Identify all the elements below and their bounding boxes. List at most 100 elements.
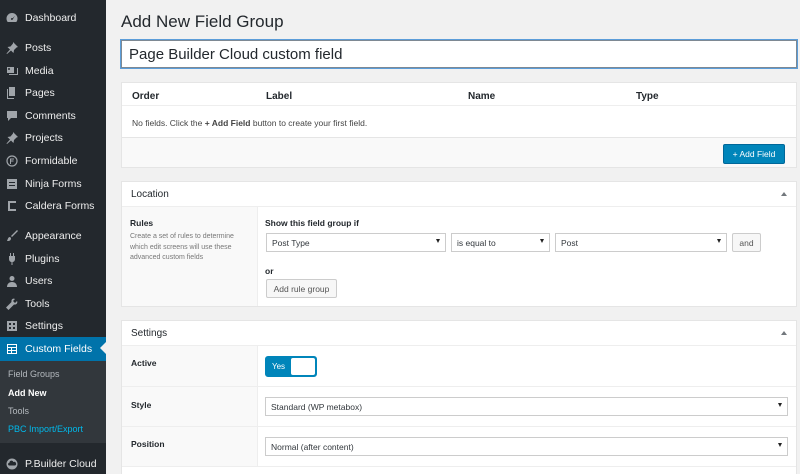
- chevron-down-icon: [778, 443, 782, 447]
- sidebar-item-pbuilder-cloud[interactable]: P.Builder Cloud: [0, 453, 106, 474]
- ninja-forms-icon: [6, 178, 18, 190]
- sidebar-item-pages[interactable]: Pages: [0, 82, 106, 104]
- chevron-down-icon: [436, 239, 440, 243]
- setting-row-position: Position Normal (after content): [122, 427, 796, 467]
- or-label: or: [265, 266, 274, 276]
- active-label: Active: [131, 358, 157, 368]
- rule-value-select[interactable]: Post: [555, 233, 727, 252]
- chevron-down-icon: [540, 239, 544, 243]
- style-select[interactable]: Standard (WP metabox): [265, 397, 788, 416]
- admin-sidebar: Dashboard Posts Media Pages Comments Pro…: [0, 0, 106, 474]
- brush-icon: [6, 230, 18, 242]
- chevron-down-icon: [778, 403, 782, 407]
- sidebar-item-label: Plugins: [25, 253, 60, 265]
- chevron-down-icon: [717, 239, 721, 243]
- rules-label-column: Rules Create a set of rules to determine…: [122, 207, 258, 306]
- active-toggle[interactable]: Yes: [265, 356, 317, 377]
- users-icon: [6, 275, 18, 287]
- formidable-icon: [6, 155, 18, 167]
- plugin-icon: [6, 253, 18, 265]
- position-select[interactable]: Normal (after content): [265, 437, 788, 456]
- rules-description: Create a set of rules to determine which…: [130, 233, 234, 261]
- sidebar-item-label: Settings: [25, 320, 63, 332]
- fields-footer: + Add Field: [122, 137, 796, 167]
- caldera-icon: [6, 200, 18, 212]
- page-title: Add New Field Group: [121, 12, 284, 31]
- sidebar-item-comments[interactable]: Comments: [0, 105, 106, 127]
- position-label: Position: [131, 439, 165, 449]
- location-header[interactable]: Location: [122, 182, 796, 207]
- sidebar-item-appearance[interactable]: Appearance: [0, 225, 106, 247]
- sidebar-item-label: Media: [25, 65, 54, 77]
- column-header-name: Name: [468, 91, 496, 102]
- collapse-arrow-icon[interactable]: [781, 331, 787, 335]
- settings-postbox: Settings Active Yes Style Standard (WP m…: [121, 320, 797, 474]
- cloud-icon: [6, 458, 18, 470]
- pages-icon: [6, 87, 18, 99]
- and-button[interactable]: and: [732, 233, 761, 252]
- custom-fields-submenu: Field Groups Add New Tools PBC Import/Ex…: [0, 361, 106, 443]
- sidebar-item-label: Projects: [25, 132, 63, 144]
- pin-icon: [6, 132, 18, 144]
- rule-operator-select[interactable]: is equal to: [451, 233, 550, 252]
- no-fields-message: No fields. Click the + Add Field button …: [132, 118, 368, 128]
- location-postbox: Location Rules Create a set of rules to …: [121, 181, 797, 307]
- column-header-type: Type: [636, 91, 659, 102]
- fields-table: Order Label Name Type No fields. Click t…: [121, 82, 797, 168]
- sidebar-item-label: Comments: [25, 110, 76, 122]
- sidebar-item-users[interactable]: Users: [0, 270, 106, 292]
- settings-icon: [6, 320, 18, 332]
- active-menu-arrow: [100, 342, 106, 354]
- active-toggle-text: Yes: [272, 362, 286, 371]
- sidebar-item-caldera-forms[interactable]: Caldera Forms: [0, 195, 106, 217]
- sidebar-item-label: Tools: [25, 298, 50, 310]
- column-header-label: Label: [266, 91, 293, 102]
- dashboard-icon: [6, 12, 18, 24]
- custom-fields-icon: [6, 343, 18, 355]
- pin-icon: [6, 42, 18, 54]
- sidebar-item-projects[interactable]: Projects: [0, 127, 106, 149]
- submenu-pbc-import-export[interactable]: PBC Import/Export: [8, 424, 83, 434]
- rule-param-select[interactable]: Post Type: [266, 233, 446, 252]
- sidebar-item-label: Caldera Forms: [25, 200, 95, 212]
- location-title: Location: [131, 189, 169, 200]
- comments-icon: [6, 110, 18, 122]
- collapse-arrow-icon[interactable]: [781, 192, 787, 196]
- style-label: Style: [131, 400, 152, 410]
- submenu-field-groups[interactable]: Field Groups: [8, 369, 60, 379]
- submenu-add-new[interactable]: Add New: [8, 388, 47, 398]
- media-icon: [6, 65, 18, 77]
- sidebar-item-label: Users: [25, 275, 53, 287]
- settings-header[interactable]: Settings: [122, 321, 796, 346]
- sidebar-item-posts[interactable]: Posts: [0, 37, 106, 59]
- setting-row-style: Style Standard (WP metabox): [122, 387, 796, 427]
- submenu-tools[interactable]: Tools: [8, 406, 29, 416]
- sidebar-item-formidable[interactable]: Formidable: [0, 150, 106, 172]
- sidebar-item-media[interactable]: Media: [0, 60, 106, 82]
- sidebar-item-label: Pages: [25, 87, 55, 99]
- sidebar-item-label: Formidable: [25, 155, 78, 167]
- rules-label: Rules: [130, 218, 154, 228]
- wrench-icon: [6, 298, 18, 310]
- sidebar-item-label: Appearance: [25, 230, 82, 242]
- sidebar-item-custom-fields[interactable]: Custom Fields: [0, 337, 106, 361]
- add-rule-group-button[interactable]: Add rule group: [266, 279, 337, 298]
- show-if-label: Show this field group if: [265, 218, 359, 228]
- sidebar-item-label: Ninja Forms: [25, 178, 82, 190]
- add-field-button[interactable]: + Add Field: [723, 144, 785, 164]
- sidebar-item-label: P.Builder Cloud: [25, 458, 97, 470]
- sidebar-item-dashboard[interactable]: Dashboard: [0, 7, 106, 29]
- sidebar-item-settings[interactable]: Settings: [0, 315, 106, 337]
- settings-title: Settings: [131, 328, 168, 339]
- setting-row-active: Active Yes: [122, 346, 796, 387]
- sidebar-item-tools[interactable]: Tools: [0, 293, 106, 315]
- sidebar-item-plugins[interactable]: Plugins: [0, 248, 106, 270]
- sidebar-item-ninja-forms[interactable]: Ninja Forms: [0, 173, 106, 195]
- divider: [122, 105, 796, 106]
- sidebar-item-label: Posts: [25, 42, 52, 54]
- column-header-order: Order: [132, 91, 160, 102]
- sidebar-item-label: Custom Fields: [25, 343, 93, 355]
- sidebar-item-label: Dashboard: [25, 12, 77, 24]
- field-group-title-input[interactable]: [121, 40, 797, 68]
- toggle-knob: [291, 358, 315, 375]
